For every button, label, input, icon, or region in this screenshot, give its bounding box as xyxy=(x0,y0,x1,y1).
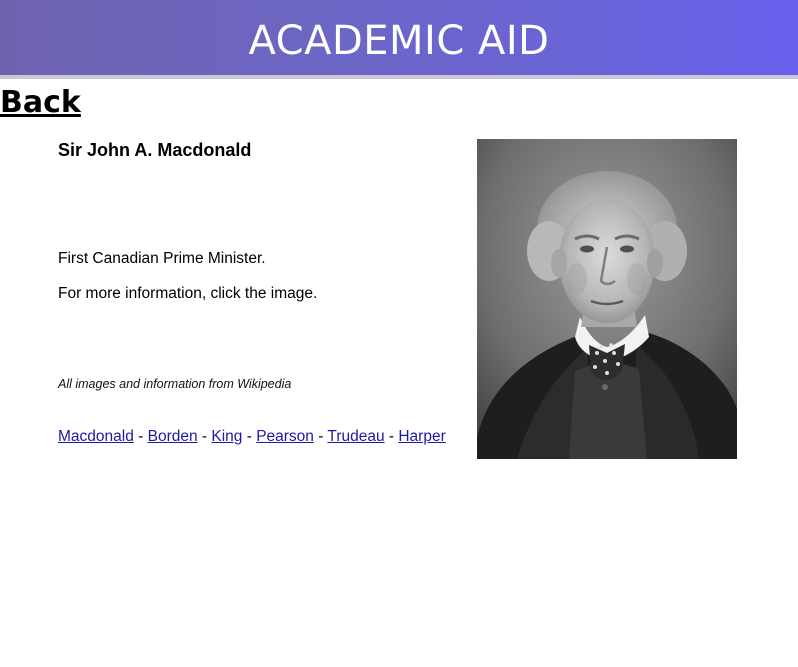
source-credit: All images and information from Wikipedi… xyxy=(58,377,292,391)
header-banner: ACADEMIC AID xyxy=(0,0,798,75)
nav-link-king[interactable]: King xyxy=(211,428,242,445)
person-name: Sir John A. Macdonald xyxy=(58,140,252,160)
back-link[interactable]: Back xyxy=(0,84,81,122)
nav-separator: - xyxy=(384,428,399,445)
nav-separator: - xyxy=(242,428,257,445)
nav-link-pearson[interactable]: Pearson xyxy=(256,428,314,445)
more-info-text: For more information, click the image. xyxy=(58,285,318,302)
person-description: First Canadian Prime Minister. xyxy=(58,250,266,267)
nav-link-macdonald[interactable]: Macdonald xyxy=(58,428,134,445)
nav-link-harper[interactable]: Harper xyxy=(398,428,445,445)
nav-separator: - xyxy=(133,428,148,445)
nav-link-borden[interactable]: Borden xyxy=(148,428,198,445)
header-divider xyxy=(0,75,798,79)
nav-link-trudeau[interactable]: Trudeau xyxy=(327,428,384,445)
prime-minister-nav: Macdonald - Borden - King - Pearson - Tr… xyxy=(58,427,446,447)
portrait-image[interactable] xyxy=(477,139,737,459)
site-title: ACADEMIC AID xyxy=(248,18,550,64)
nav-separator: - xyxy=(313,428,328,445)
nav-separator: - xyxy=(197,428,212,445)
